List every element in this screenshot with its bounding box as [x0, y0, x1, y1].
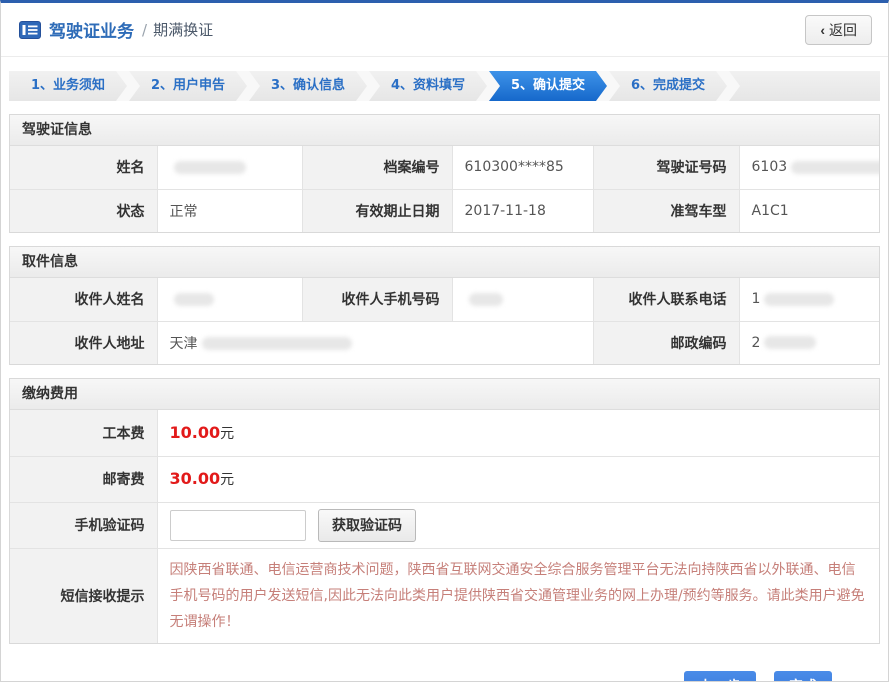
- table-row: 状态 正常 有效期止日期 2017-11-18 准驾车型 A1C1: [10, 189, 879, 232]
- sms-tip-text: 因陕西省联通、电信运营商技术问题，陕西省互联网交通安全综合服务管理平台无法向持陕…: [157, 548, 879, 643]
- step-5-confirm-submit[interactable]: 5、确认提交: [489, 71, 607, 101]
- name-value: [157, 146, 302, 189]
- name-label: 姓名: [10, 146, 157, 189]
- back-button-label: 返回: [829, 20, 857, 40]
- finish-button[interactable]: 完成: [774, 671, 832, 682]
- sms-tip-label: 短信接收提示: [10, 548, 157, 643]
- pickup-info-section: 取件信息 收件人姓名 收件人手机号码 收件人联系电话 1 收件人地址 天津 邮政…: [9, 246, 880, 365]
- expiry-date-label: 有效期止日期: [302, 189, 452, 232]
- vehicle-class-value: A1C1: [739, 189, 879, 232]
- footer-actions: 上一步 完成: [1, 671, 888, 682]
- table-row: 收件人姓名 收件人手机号码 收件人联系电话 1: [10, 278, 879, 321]
- table-row: 短信接收提示 因陕西省联通、电信运营商技术问题，陕西省互联网交通安全综合服务管理…: [10, 548, 879, 643]
- table-row: 收件人地址 天津 邮政编码 2: [10, 321, 879, 364]
- mail-fee-unit: 元: [220, 472, 234, 488]
- pickup-section-title: 取件信息: [10, 247, 879, 278]
- step-wizard-bar: 1、业务须知 2、用户申告 3、确认信息 4、资料填写 5、确认提交 6、完成提…: [9, 71, 880, 101]
- mail-fee-amount: 30.00: [170, 469, 221, 488]
- recipient-name-value: [157, 278, 302, 321]
- license-no-label: 驾驶证号码: [593, 146, 739, 189]
- sms-code-label: 手机验证码: [10, 502, 157, 548]
- step-1-business-notice[interactable]: 1、业务须知: [9, 71, 127, 101]
- archive-no-label: 档案编号: [302, 146, 452, 189]
- recipient-address-value: 天津: [157, 321, 593, 364]
- page-title: 驾驶证业务: [49, 17, 134, 42]
- recipient-name-label: 收件人姓名: [10, 278, 157, 321]
- step-bar-filler: [729, 71, 880, 101]
- license-list-icon: [19, 21, 41, 39]
- step-6-finish-submit[interactable]: 6、完成提交: [609, 71, 727, 101]
- license-no-value: 6103: [739, 146, 879, 189]
- license-section-title: 驾驶证信息: [10, 115, 879, 146]
- postcode-label: 邮政编码: [593, 321, 739, 364]
- get-code-button[interactable]: 获取验证码: [318, 509, 416, 542]
- work-fee-unit: 元: [220, 426, 234, 442]
- table-row: 姓名 档案编号 610300****85 驾驶证号码 6103: [10, 146, 879, 189]
- page-header: 驾驶证业务 / 期满换证 ‹ 返回: [1, 3, 888, 57]
- fees-table: 工本费 10.00元 邮寄费 30.00元 手机验证码 获取验证码 短信接收提示…: [10, 410, 879, 643]
- sms-code-input[interactable]: [170, 510, 306, 541]
- back-button[interactable]: ‹ 返回: [805, 15, 872, 45]
- expiry-date-value: 2017-11-18: [452, 189, 593, 232]
- table-row: 手机验证码 获取验证码: [10, 502, 879, 548]
- status-value: 正常: [157, 189, 302, 232]
- work-fee-label: 工本费: [10, 410, 157, 456]
- recipient-mobile-label: 收件人手机号码: [302, 278, 452, 321]
- vehicle-class-label: 准驾车型: [593, 189, 739, 232]
- archive-no-value: 610300****85: [452, 146, 593, 189]
- license-info-section: 驾驶证信息 姓名 档案编号 610300****85 驾驶证号码 6103 状态…: [9, 114, 880, 233]
- table-row: 邮寄费 30.00元: [10, 456, 879, 502]
- work-fee-value: 10.00元: [157, 410, 879, 456]
- mail-fee-value: 30.00元: [157, 456, 879, 502]
- status-label: 状态: [10, 189, 157, 232]
- sms-code-cell: 获取验证码: [157, 502, 879, 548]
- step-2-user-declaration[interactable]: 2、用户申告: [129, 71, 247, 101]
- recipient-address-label: 收件人地址: [10, 321, 157, 364]
- breadcrumb-separator: /: [142, 21, 147, 39]
- work-fee-amount: 10.00: [170, 423, 221, 442]
- previous-step-button[interactable]: 上一步: [684, 671, 756, 682]
- recipient-mobile-value: [452, 278, 593, 321]
- pickup-info-table: 收件人姓名 收件人手机号码 收件人联系电话 1 收件人地址 天津 邮政编码 2: [10, 278, 879, 364]
- chevron-left-icon: ‹: [820, 22, 825, 38]
- recipient-tel-label: 收件人联系电话: [593, 278, 739, 321]
- recipient-tel-value: 1: [739, 278, 879, 321]
- fees-section-title: 缴纳费用: [10, 379, 879, 410]
- breadcrumb-current: 期满换证: [153, 19, 213, 40]
- page-panel: 驾驶证业务 / 期满换证 ‹ 返回 1、业务须知 2、用户申告 3、确认信息 4…: [0, 0, 889, 682]
- fees-section: 缴纳费用 工本费 10.00元 邮寄费 30.00元 手机验证码 获取验证码 短…: [9, 378, 880, 644]
- step-4-fill-data[interactable]: 4、资料填写: [369, 71, 487, 101]
- mail-fee-label: 邮寄费: [10, 456, 157, 502]
- step-3-confirm-info[interactable]: 3、确认信息: [249, 71, 367, 101]
- table-row: 工本费 10.00元: [10, 410, 879, 456]
- postcode-value: 2: [739, 321, 879, 364]
- license-info-table: 姓名 档案编号 610300****85 驾驶证号码 6103 状态 正常 有效…: [10, 146, 879, 232]
